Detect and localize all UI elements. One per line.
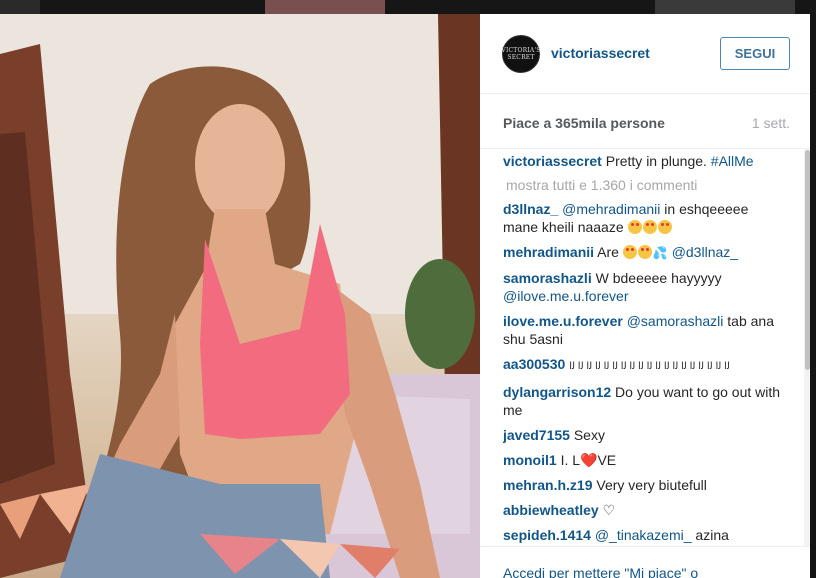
comment-item: sepideh.1414 @_tinakazemi_ azina bbox=[503, 526, 783, 544]
comment-mention[interactable]: @_tinakazemi_ bbox=[595, 527, 692, 543]
comment-text: ﻟا ﻟا ﻟا ﻟا ﻟا ﻟا ﻟا ﻟا ﻟا ﻟا ﻟا ﻟا ﻟا ﻟ… bbox=[569, 361, 730, 372]
comment-mention[interactable]: @samorashazli bbox=[627, 313, 724, 329]
post-header: VICTORIA'S SECRET victoriassecret SEGUI bbox=[480, 14, 810, 94]
background-thumbnail bbox=[265, 0, 385, 14]
overlay-edge bbox=[810, 14, 816, 578]
post-caption: victoriassecret Pretty in plunge. #AllMe bbox=[503, 152, 783, 170]
comments-list: victoriassecret Pretty in plunge. #AllMe… bbox=[503, 152, 783, 544]
comment-username[interactable]: aa300530 bbox=[503, 356, 565, 372]
comment-text: Sexy bbox=[573, 427, 605, 443]
comment-username[interactable]: mehran.h.z19 bbox=[503, 477, 592, 493]
comment-item: d3llnaz_ @mehradimanii in eshqeeeee mane… bbox=[503, 200, 783, 236]
comment-item: samorashazli W bdeeeee hayyyyy @ilove.me… bbox=[503, 269, 783, 305]
comment-username[interactable]: d3llnaz_ bbox=[503, 201, 558, 217]
heart-emoji-icon: ❤️ bbox=[580, 452, 598, 468]
comment-username[interactable]: samorashazli bbox=[503, 270, 592, 286]
heart-eyes-emoji-icon bbox=[637, 245, 652, 259]
comment-item: abbiewheatley ♡ bbox=[503, 501, 783, 519]
comment-mention[interactable]: @mehradimanii bbox=[562, 201, 660, 217]
comment-text: Very very biutefull bbox=[596, 477, 707, 493]
avatar[interactable]: VICTORIA'S SECRET bbox=[501, 35, 541, 73]
heart-eyes-emoji-icon bbox=[627, 220, 642, 234]
comment-text-after: VE bbox=[597, 452, 617, 468]
comment-item: monoil1 I. L❤️VE bbox=[503, 451, 783, 469]
comment-mention[interactable]: @ilove.me.u.forever bbox=[503, 288, 628, 304]
comment-text: I. L bbox=[560, 452, 581, 468]
caption-text: Pretty in plunge. bbox=[605, 153, 707, 169]
post-photo-illustration bbox=[0, 14, 480, 578]
background-thumbnail bbox=[655, 0, 795, 14]
comment-mention[interactable]: @d3llnaz_ bbox=[672, 244, 738, 260]
comment-username[interactable]: javed7155 bbox=[503, 427, 570, 443]
post-time[interactable]: 1 sett. bbox=[752, 115, 790, 131]
comment-username[interactable]: monoil1 bbox=[503, 452, 557, 468]
background-feed-strip bbox=[0, 0, 816, 14]
post-photo[interactable] bbox=[0, 14, 480, 578]
comment-item: javed7155 Sexy bbox=[503, 426, 783, 444]
comment-username[interactable]: sepideh.1414 bbox=[503, 527, 591, 543]
comment-item: mehran.h.z19 Very very biutefull bbox=[503, 476, 783, 494]
comment-username[interactable]: abbiewheatley bbox=[503, 502, 599, 518]
comment-text: W bdeeeee hayyyyy bbox=[595, 270, 722, 286]
show-all-comments-link[interactable]: mostra tutti e 1.360 i commenti bbox=[506, 177, 783, 193]
heart-eyes-emoji-icon bbox=[642, 220, 657, 234]
comment-item: dylangarrison12 Do you want to go out wi… bbox=[503, 383, 783, 419]
likes-count[interactable]: Piace a 365mila persone bbox=[503, 115, 665, 131]
comment-username[interactable]: mehradimanii bbox=[503, 244, 594, 260]
comment-username[interactable]: ilove.me.u.forever bbox=[503, 313, 623, 329]
post-details-panel: VICTORIA'S SECRET victoriassecret SEGUI … bbox=[480, 14, 816, 578]
follow-button[interactable]: SEGUI bbox=[720, 37, 790, 70]
heart-eyes-emoji-icon bbox=[622, 245, 637, 259]
comment-text: azina bbox=[691, 527, 729, 543]
heart-eyes-emoji-icon bbox=[657, 220, 672, 234]
post-footer: Accedi per mettere "Mi piace" o bbox=[480, 546, 810, 578]
comment-username[interactable]: dylangarrison12 bbox=[503, 384, 611, 400]
comment-item: ilove.me.u.forever @samorashazli tab ana… bbox=[503, 312, 783, 348]
background-thumbnail bbox=[0, 0, 40, 14]
comment-text: ♡ bbox=[602, 502, 616, 518]
caption-hashtag[interactable]: #AllMe bbox=[711, 153, 754, 169]
avatar-logo-text: VICTORIA'S SECRET bbox=[501, 47, 541, 61]
post-username[interactable]: victoriassecret bbox=[551, 45, 650, 61]
likes-row: Piace a 365mila persone 1 sett. bbox=[480, 94, 810, 149]
caption-username[interactable]: victoriassecret bbox=[503, 153, 602, 169]
comment-item: aa300530 ﻟا ﻟا ﻟا ﻟا ﻟا ﻟا ﻟا ﻟا ﻟا ﻟا ﻟ… bbox=[503, 355, 783, 376]
droplets-emoji-icon: 💦 bbox=[652, 246, 668, 260]
comment-text: Are bbox=[597, 244, 623, 260]
comment-item: mehradimanii Are 💦 @d3llnaz_ bbox=[503, 243, 783, 262]
login-to-like-link[interactable]: Accedi per mettere "Mi piace" o bbox=[503, 565, 698, 578]
